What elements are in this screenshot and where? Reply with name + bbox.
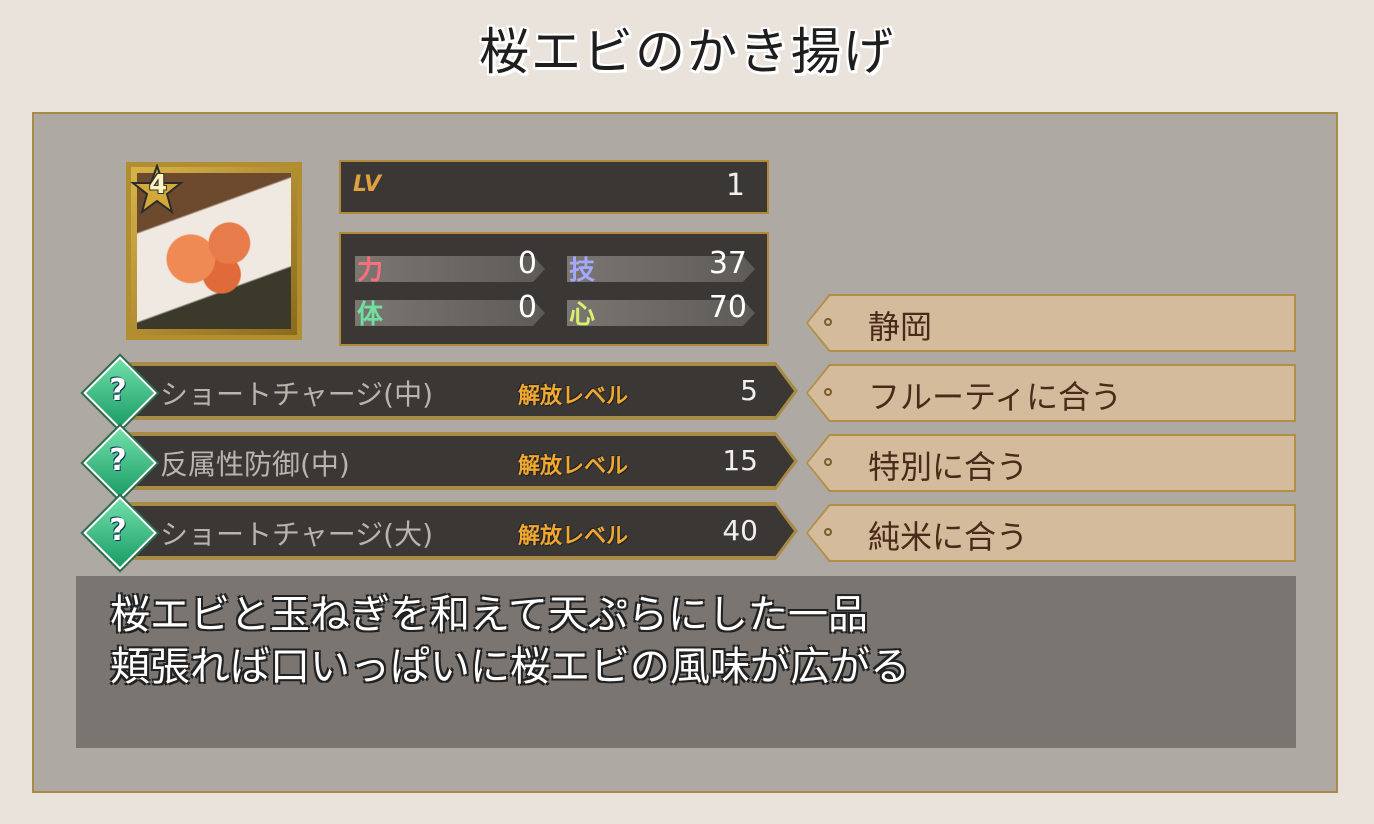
- level-label: LV: [353, 172, 382, 197]
- tag-hole-icon: [824, 528, 832, 536]
- item-title: 桜エビのかき揚げ: [479, 23, 895, 81]
- stats-box: 力 0 技 37 体 0 心 70: [339, 232, 769, 346]
- level-value: 1: [725, 168, 745, 203]
- question-mark-icon: ?: [109, 373, 127, 408]
- stat-label-power: 力: [357, 256, 384, 286]
- stat-value-power: 0: [517, 246, 537, 281]
- stat-value-body: 0: [517, 290, 537, 325]
- stat-value-technique: 37: [708, 246, 747, 281]
- skill-release-level: 40: [722, 514, 758, 547]
- tag-label: フルーティに合う: [868, 378, 1123, 416]
- tag-hole-icon: [824, 388, 832, 396]
- tag-label: 純米に合う: [868, 518, 1029, 556]
- description-box: 桜エビと玉ねぎを和えて天ぷらにした一品 頬張れば口いっぱいに桜エビの風味が広がる: [76, 576, 1296, 748]
- stat-label-heart: 心: [569, 300, 596, 330]
- skill-release-label: 解放レベル: [518, 384, 629, 409]
- tag-pairing: 特別に合う: [808, 436, 1294, 490]
- skill-release-label: 解放レベル: [518, 524, 629, 549]
- level-box: LV 1: [339, 160, 769, 214]
- tag-hole-icon: [824, 318, 832, 326]
- skill-release-level: 15: [722, 444, 758, 477]
- tag-hole-icon: [824, 458, 832, 466]
- skill-row[interactable]: ショートチャージ(大) 解放レベル 40: [118, 504, 794, 558]
- question-mark-icon: ?: [109, 443, 127, 478]
- tag-label: 特別に合う: [868, 448, 1029, 486]
- skill-name: 反属性防御(中): [160, 448, 350, 481]
- description-line: 桜エビと玉ねぎを和えて天ぷらにした一品: [110, 592, 868, 638]
- skill-row[interactable]: 反属性防御(中) 解放レベル 15: [118, 434, 794, 488]
- stat-label-body: 体: [357, 300, 384, 330]
- rarity-value: 4: [148, 170, 168, 200]
- tag-pairing: 純米に合う: [808, 506, 1294, 560]
- skill-release-level: 5: [740, 374, 758, 407]
- skill-release-label: 解放レベル: [518, 454, 629, 479]
- description-line: 頬張れば口いっぱいに桜エビの風味が広がる: [110, 644, 910, 690]
- stat-label-technique: 技: [569, 256, 596, 286]
- tag-region: 静岡: [808, 296, 1294, 350]
- tag-pairing: フルーティに合う: [808, 366, 1294, 420]
- question-mark-icon: ?: [109, 513, 127, 548]
- skill-name: ショートチャージ(中): [160, 378, 434, 411]
- skill-row[interactable]: ショートチャージ(中) 解放レベル 5: [118, 364, 794, 418]
- tag-label: 静岡: [868, 308, 933, 346]
- stat-value-heart: 70: [708, 290, 747, 325]
- skill-name: ショートチャージ(大): [160, 518, 434, 551]
